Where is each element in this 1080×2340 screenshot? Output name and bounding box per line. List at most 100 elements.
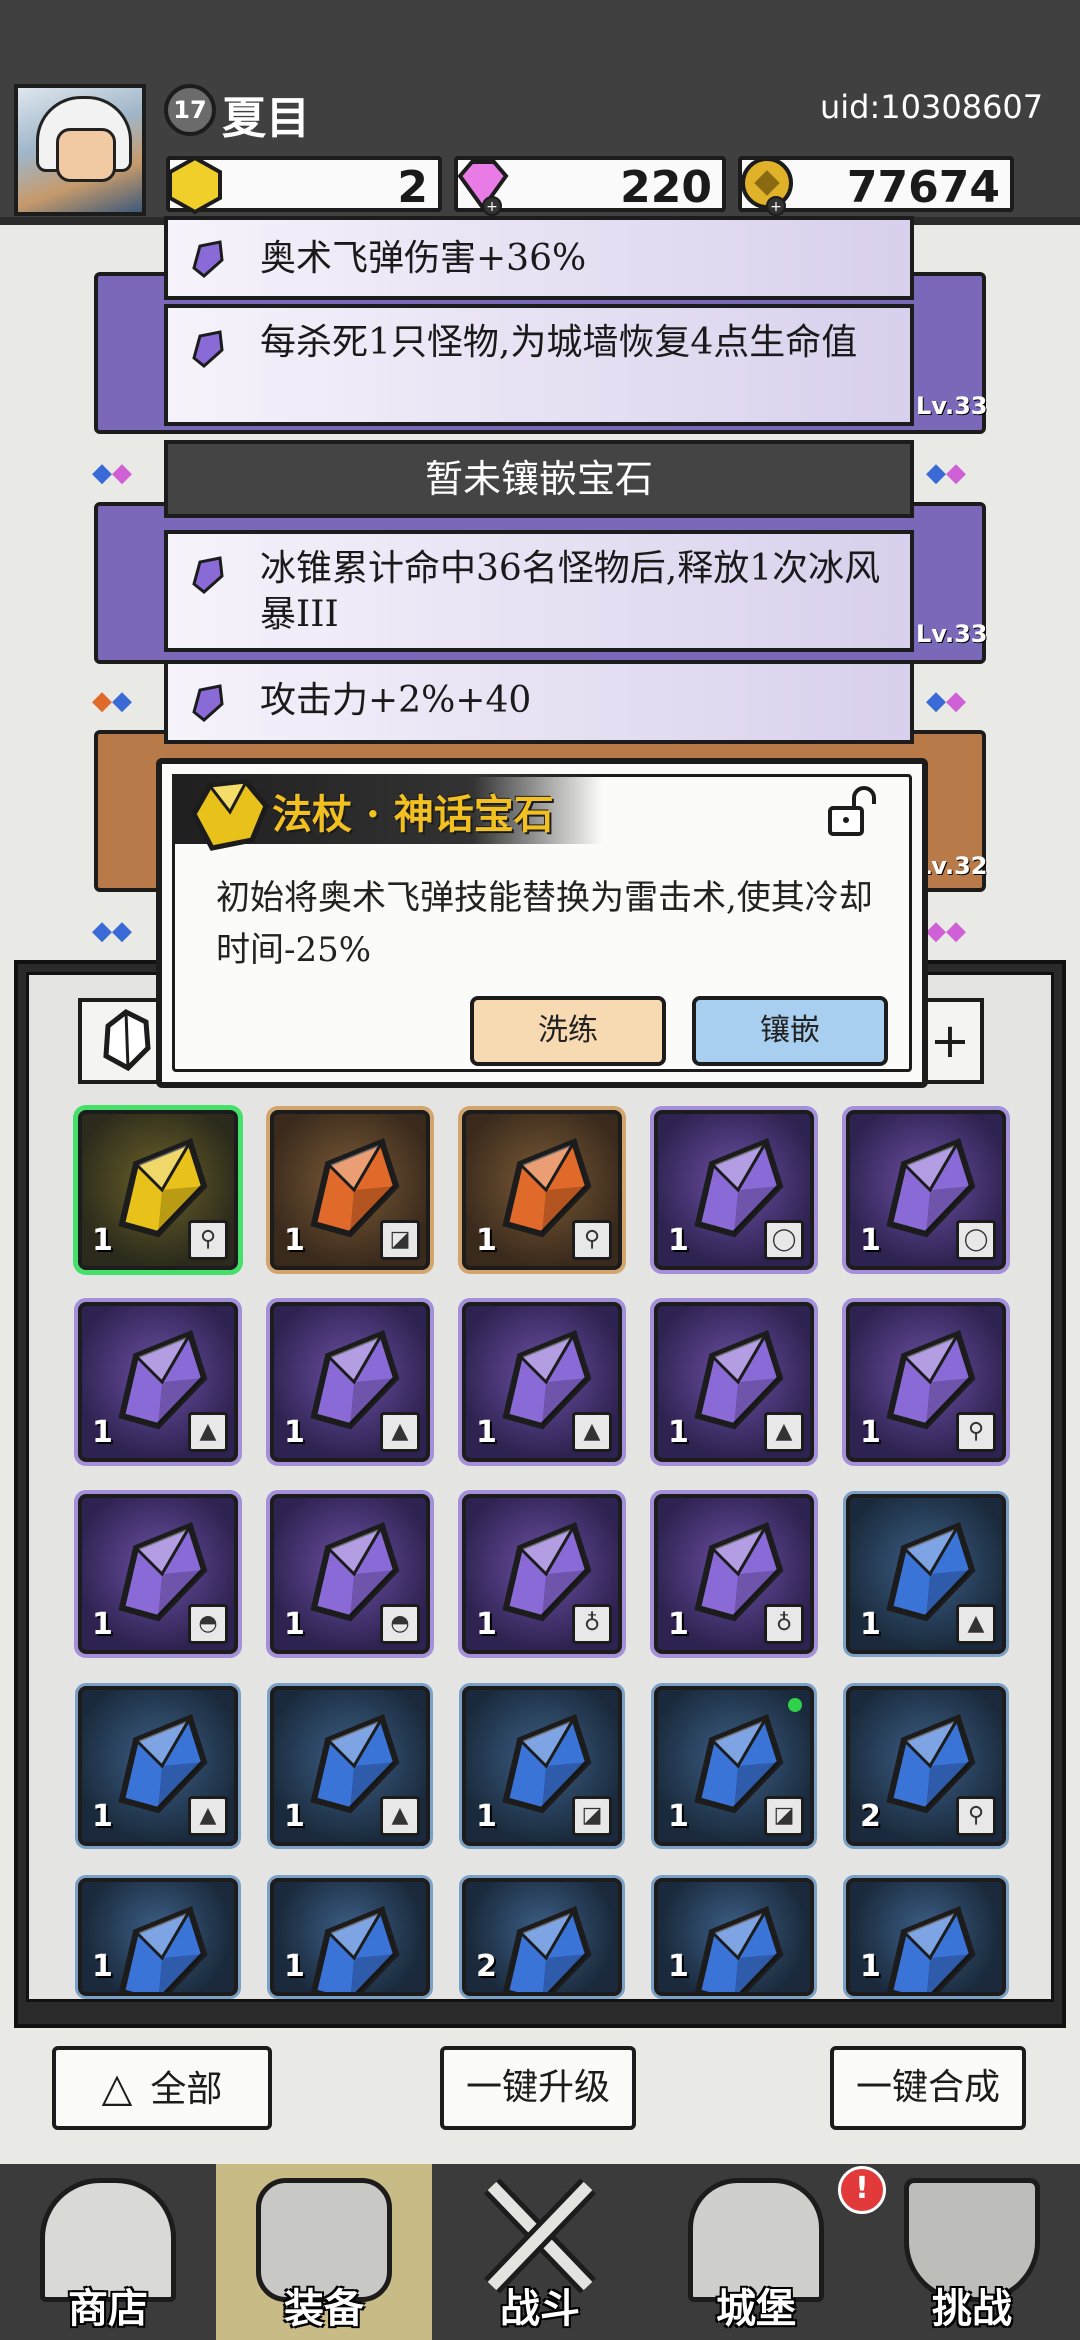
svg-text:+: + xyxy=(770,199,782,215)
inlay-button[interactable]: 镶嵌 xyxy=(692,996,888,1066)
gold-gem-icon xyxy=(168,155,222,215)
player-avatar[interactable] xyxy=(14,84,146,216)
socket-dots: ◆◆ xyxy=(92,916,132,946)
ring-slot-icon: ◯ xyxy=(764,1220,804,1260)
gem-count: 1 xyxy=(860,1415,881,1450)
inventory-gem-item[interactable]: 1 xyxy=(270,1878,430,1996)
inventory-gem-item[interactable]: 2 ⚲ xyxy=(846,1686,1006,1846)
popup-description: 初始将奥术飞弹技能替换为雷击术,使其冷却时间-25% xyxy=(216,878,873,970)
diamond-icon: + xyxy=(457,160,509,216)
inventory-gem-item[interactable]: 1 ⚲ xyxy=(78,1110,238,1270)
gem-count: 2 xyxy=(476,1949,497,1984)
unlock-icon[interactable] xyxy=(824,784,880,840)
inventory-gem-item[interactable]: 1 ▲ xyxy=(654,1302,814,1462)
hat-slot-icon: ◓ xyxy=(188,1604,228,1644)
inventory-gem-item[interactable]: 1 ◯ xyxy=(846,1110,1006,1270)
boots-slot-icon: ◪ xyxy=(764,1796,804,1836)
inventory-gem-item[interactable]: 1 ▲ xyxy=(78,1302,238,1462)
player-name: 夏目 xyxy=(222,93,310,144)
nav-castle[interactable]: 城堡 xyxy=(648,2164,864,2340)
coin-value: 77674 xyxy=(846,162,1000,213)
gem-effect-text: 奥术飞弹伤害+36% xyxy=(260,238,587,279)
gem-count: 1 xyxy=(668,1415,689,1450)
inventory-gem-item[interactable]: 1 xyxy=(654,1878,814,1996)
nav-challenge-label: 挑战 xyxy=(932,2285,1012,2332)
diamond-counter[interactable]: + 220 xyxy=(454,156,726,216)
purple-gem-icon xyxy=(192,556,224,594)
nav-battle[interactable]: 战斗 xyxy=(432,2164,648,2340)
inventory-gem-item[interactable]: 1 xyxy=(846,1878,1006,1996)
inventory-gem-item[interactable]: 1 ♁ xyxy=(462,1494,622,1654)
gem-effect-card: 奥术飞弹伤害+36% xyxy=(164,216,914,300)
coin-icon: + xyxy=(741,157,793,216)
armor-slot-icon: ▲ xyxy=(188,1412,228,1452)
gem-icon xyxy=(886,1905,976,1992)
amulet-slot-icon: ♁ xyxy=(764,1604,804,1644)
inventory-gem-item[interactable]: 1 ◯ xyxy=(654,1110,814,1270)
inventory-gem-item[interactable]: 1 ♁ xyxy=(654,1494,814,1654)
socket-dots: ◆◆ xyxy=(926,686,966,716)
inventory-gem-item[interactable]: 1 xyxy=(78,1878,238,1996)
gem-count: 1 xyxy=(668,1223,689,1258)
purple-gem-icon xyxy=(192,684,224,722)
armor-slot-icon: ▲ xyxy=(956,1604,996,1644)
inventory-gem-item[interactable]: 1 ▲ xyxy=(462,1302,622,1462)
inventory-gem-item[interactable]: 1 ◪ xyxy=(462,1686,622,1846)
gem-icon xyxy=(118,1905,208,1992)
filter-all-button[interactable]: △ 全部 xyxy=(52,2046,272,2130)
armor-slot-icon: ▲ xyxy=(572,1412,612,1452)
equipment-level: Lv.33 xyxy=(916,392,988,420)
new-item-dot xyxy=(788,1698,802,1712)
gem-icon xyxy=(310,1905,400,1992)
boots-slot-icon: ◪ xyxy=(572,1796,612,1836)
nav-shop[interactable]: 商店 xyxy=(0,2164,216,2340)
inventory-gem-item[interactable]: 2 xyxy=(462,1878,622,1996)
gem-count: 2 xyxy=(860,1799,881,1834)
inventory-gem-item[interactable]: 1 ▲ xyxy=(846,1494,1006,1654)
upgrade-all-button[interactable]: 一键升级 xyxy=(440,2046,636,2130)
gem-icon xyxy=(694,1905,784,1992)
socket-dots: ◆◆ xyxy=(926,916,966,946)
gem-count: 1 xyxy=(860,1607,881,1642)
diamond-value: 220 xyxy=(620,162,712,213)
purple-gem-icon xyxy=(192,330,224,368)
armor-slot-icon: ▲ xyxy=(380,1796,420,1836)
gem-effect-card: 攻击力+2%+40 xyxy=(164,660,914,744)
inventory-gem-item[interactable]: 1 ▲ xyxy=(78,1686,238,1846)
inventory-gem-item[interactable]: 1 ⚲ xyxy=(462,1110,622,1270)
player-uid: uid:10308607 xyxy=(820,88,1044,126)
merge-all-button[interactable]: 一键合成 xyxy=(830,2046,1026,2130)
gem-count: 1 xyxy=(476,1799,497,1834)
popup-title: 法杖 · 神话宝石 xyxy=(272,791,554,838)
gem-icon xyxy=(502,1905,592,1992)
triangle-icon: △ xyxy=(101,2065,133,2111)
nav-battle-label: 战斗 xyxy=(500,2285,580,2332)
boots-slot-icon: ◪ xyxy=(380,1220,420,1260)
refine-button[interactable]: 洗练 xyxy=(470,996,666,1066)
gem-count: 1 xyxy=(92,1949,113,1984)
coin-counter[interactable]: + 77674 xyxy=(738,156,1014,216)
nav-challenge[interactable]: 挑战 xyxy=(864,2164,1080,2340)
filter-all-label: 全部 xyxy=(150,2069,223,2110)
gem-count: 1 xyxy=(668,1607,689,1642)
inventory-gem-item[interactable]: 1 ⚲ xyxy=(846,1302,1006,1462)
inventory-gem-item[interactable]: 1 ◪ xyxy=(654,1686,814,1846)
gem-count: 1 xyxy=(668,1799,689,1834)
gem-count: 1 xyxy=(860,1949,881,1984)
empty-gem-slot: 暂未镶嵌宝石 xyxy=(164,440,914,518)
gold-gem-counter[interactable]: 2 xyxy=(166,155,442,215)
inventory-gem-item[interactable]: 1 ▲ xyxy=(270,1686,430,1846)
inventory-gem-item[interactable]: 1 ◓ xyxy=(78,1494,238,1654)
gem-detail-popup: 法杖 · 神话宝石 初始将奥术飞弹技能替换为雷击术,使其冷却时间-25% 洗练 … xyxy=(156,758,928,1088)
gem-count: 1 xyxy=(476,1607,497,1642)
inventory-gem-item[interactable]: 1 ◓ xyxy=(270,1494,430,1654)
gem-count: 1 xyxy=(284,1607,305,1642)
add-icon[interactable]: + xyxy=(920,998,980,1084)
gem-count: 1 xyxy=(284,1223,305,1258)
nav-equipment[interactable]: 装备 xyxy=(216,2164,432,2340)
inventory-gem-item[interactable]: 1 ▲ xyxy=(270,1302,430,1462)
gem-count: 1 xyxy=(92,1799,113,1834)
gem-count: 1 xyxy=(668,1949,689,1984)
gem-count: 1 xyxy=(92,1223,113,1258)
inventory-gem-item[interactable]: 1 ◪ xyxy=(270,1110,430,1270)
